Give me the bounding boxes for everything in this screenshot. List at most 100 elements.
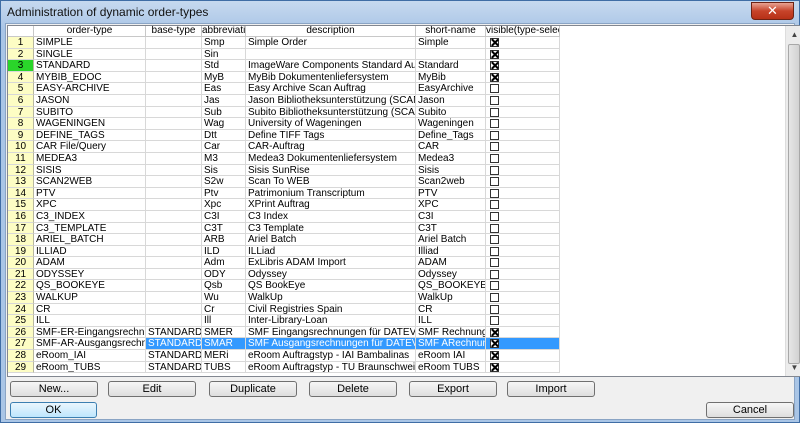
cell-short-name[interactable]: Simple <box>416 37 486 49</box>
scroll-thumb[interactable] <box>788 44 800 364</box>
visible-checkbox[interactable] <box>490 293 499 303</box>
row-number[interactable]: 26 <box>8 326 34 339</box>
scroll-down-icon[interactable]: ▼ <box>786 359 800 376</box>
row-number[interactable]: 22 <box>8 280 34 293</box>
cell-short-name[interactable]: eRoom TUBS <box>416 361 486 374</box>
visible-checkbox[interactable] <box>490 327 499 337</box>
cell-base-type[interactable] <box>146 210 202 223</box>
cell-base-type[interactable] <box>146 257 202 269</box>
visible-checkbox[interactable] <box>490 211 499 221</box>
cell-base-type[interactable] <box>146 187 202 200</box>
table-row[interactable]: 8 WAGENINGEN Wag University of Wageningen Wa… <box>8 118 560 130</box>
cell-description[interactable]: Patrimonium Transcriptum <box>246 187 416 200</box>
table-row[interactable]: 4 MYBIB_EDOC MyB MyBib Dokumentenliefersyst… <box>8 71 560 84</box>
cell-order-type[interactable]: SCAN2WEB <box>34 176 146 188</box>
cell-description[interactable]: WalkUp <box>246 292 416 304</box>
cell-description[interactable]: C3 Index <box>246 210 416 223</box>
table-row[interactable]: 3 STANDARD Std ImageWare Components Standar… <box>8 60 560 72</box>
cell-description[interactable]: ILLiad <box>246 245 416 258</box>
visible-checkbox[interactable] <box>490 188 499 198</box>
visible-checkbox[interactable] <box>490 200 499 210</box>
cell-order-type[interactable]: ILLIAD <box>34 245 146 258</box>
cell-abbreviation[interactable]: C3T <box>202 222 246 235</box>
cell-abbreviation[interactable]: ILD <box>202 245 246 258</box>
cell-abbreviation[interactable]: Wag <box>202 118 246 130</box>
table-row[interactable]: 21 ODYSSEY ODY Odyssey Odyssey <box>8 268 560 281</box>
cell-order-type[interactable]: DEFINE_TAGS <box>34 129 146 142</box>
cell-base-type[interactable] <box>146 106 202 119</box>
cell-order-type[interactable]: WAGENINGEN <box>34 118 146 130</box>
cell-description[interactable]: Subito Bibliotheksunterstützung (SCAN-Se… <box>246 106 416 119</box>
cell-order-type[interactable]: SUBITO <box>34 106 146 119</box>
row-number[interactable]: 27 <box>8 338 34 351</box>
cell-order-type[interactable]: C3_TEMPLATE <box>34 222 146 235</box>
row-number[interactable]: 23 <box>8 292 34 304</box>
row-number[interactable]: 19 <box>8 245 34 258</box>
cell-description[interactable]: Jason Bibliotheksunterstützung (SCAN-Ser… <box>246 94 416 107</box>
visible-checkbox[interactable] <box>490 351 499 361</box>
cell-abbreviation[interactable]: TUBS <box>202 361 246 374</box>
cell-order-type[interactable]: ADAM <box>34 257 146 269</box>
cell-short-name[interactable]: XPC <box>416 199 486 211</box>
visible-checkbox[interactable] <box>490 235 499 245</box>
cell-order-type[interactable]: SMF-ER-Eingangsrechnungen <box>34 326 146 339</box>
table-row[interactable]: 9 DEFINE_TAGS Dtt Define TIFF Tags Define_Ta… <box>8 129 560 142</box>
cell-abbreviation[interactable]: MyB <box>202 71 246 84</box>
cell-short-name[interactable]: Scan2web <box>416 176 486 188</box>
cell-abbreviation[interactable]: Sis <box>202 164 246 177</box>
cell-base-type[interactable] <box>146 222 202 235</box>
cell-abbreviation[interactable]: Adm <box>202 257 246 269</box>
cell-order-type[interactable]: eRoom_TUBS <box>34 361 146 374</box>
visible-checkbox[interactable] <box>490 107 499 117</box>
cell-short-name[interactable]: C3T <box>416 222 486 235</box>
cell-base-type[interactable] <box>146 94 202 107</box>
cell-base-type[interactable] <box>146 129 202 142</box>
ok-button[interactable]: OK <box>10 402 97 418</box>
visible-checkbox[interactable] <box>490 316 499 326</box>
cell-order-type[interactable]: CAR File/Query <box>34 141 146 153</box>
visible-checkbox[interactable] <box>490 130 499 140</box>
cell-short-name[interactable]: Medea3 <box>416 152 486 165</box>
cell-abbreviation[interactable]: Sub <box>202 106 246 119</box>
cell-abbreviation[interactable]: Cr <box>202 303 246 316</box>
table-row[interactable]: 12 SISIS Sis Sisis SunRise Sisis <box>8 164 560 177</box>
cell-base-type[interactable] <box>146 303 202 316</box>
visible-checkbox[interactable] <box>490 72 499 82</box>
cell-base-type[interactable] <box>146 37 202 49</box>
visible-checkbox[interactable] <box>490 223 499 233</box>
cell-base-type[interactable] <box>146 71 202 84</box>
cancel-button[interactable]: Cancel <box>706 402 794 418</box>
cell-base-type[interactable] <box>146 315 202 327</box>
cell-base-type[interactable] <box>146 280 202 293</box>
row-number[interactable]: 15 <box>8 199 34 211</box>
visible-checkbox[interactable] <box>490 84 499 94</box>
cell-abbreviation[interactable]: ARB <box>202 234 246 246</box>
cell-base-type[interactable] <box>146 176 202 188</box>
cell-description[interactable]: QS BookEye <box>246 280 416 293</box>
cell-short-name[interactable]: eRoom IAI <box>416 350 486 362</box>
table-row[interactable]: 25 ILL Ill Inter-Library-Loan ILL <box>8 315 560 327</box>
row-number[interactable]: 29 <box>8 361 34 374</box>
cell-short-name[interactable]: SMF Rechnungen <box>416 326 486 339</box>
visible-checkbox[interactable] <box>490 304 499 314</box>
table-row[interactable]: 16 C3_INDEX C3I C3 Index C3I <box>8 210 560 223</box>
row-number[interactable]: 8 <box>8 118 34 130</box>
cell-short-name[interactable]: Subito <box>416 106 486 119</box>
cell-order-type[interactable]: SISIS <box>34 164 146 177</box>
table-row[interactable]: 10 CAR File/Query Car CAR-Auftrag CAR <box>8 141 560 153</box>
table-row[interactable]: 1 SIMPLE Smp Simple Order Simple <box>8 37 560 49</box>
row-number[interactable]: 7 <box>8 106 34 119</box>
header-abbreviation[interactable]: abbreviation <box>202 26 246 37</box>
edit-button[interactable]: Edit <box>108 381 196 397</box>
visible-checkbox[interactable] <box>490 153 499 163</box>
cell-base-type[interactable] <box>146 199 202 211</box>
visible-checkbox[interactable] <box>490 38 499 47</box>
visible-checkbox[interactable] <box>490 269 499 279</box>
cell-abbreviation[interactable]: Sin <box>202 48 246 61</box>
cell-description[interactable]: Medea3 Dokumentenliefersystem <box>246 152 416 165</box>
cell-base-type[interactable] <box>146 118 202 130</box>
cell-short-name[interactable]: Jason <box>416 94 486 107</box>
cell-abbreviation[interactable]: ODY <box>202 268 246 281</box>
table-row[interactable]: 22 QS_BOOKEYE Qsb QS BookEye QS_BOOKEYE <box>8 280 560 293</box>
header-short-name[interactable]: short-name <box>416 26 486 37</box>
